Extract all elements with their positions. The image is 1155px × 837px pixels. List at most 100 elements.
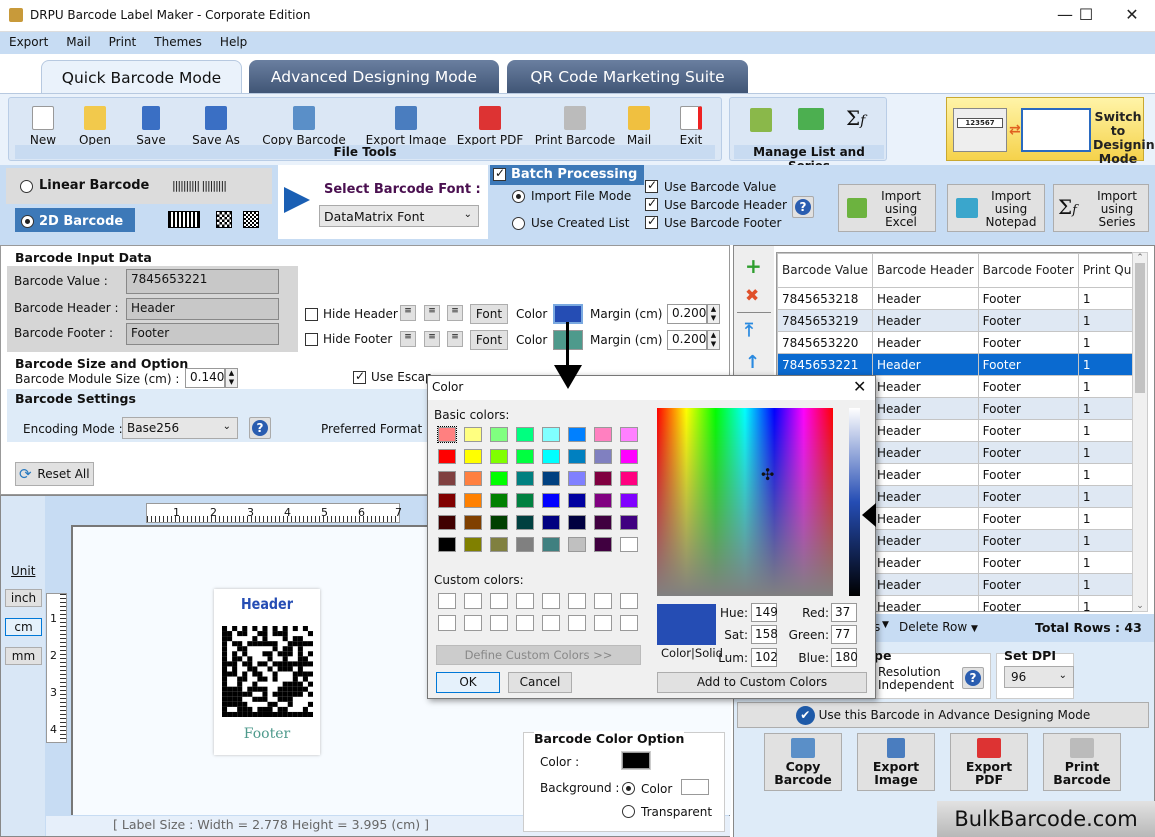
table-cell[interactable]: Footer: [977, 441, 1079, 464]
table-cell[interactable]: 1: [1077, 573, 1132, 596]
header-margin-input[interactable]: 0.200: [667, 304, 707, 324]
table-cell[interactable]: Footer: [977, 287, 1079, 310]
basic-color-swatch[interactable]: [516, 537, 534, 552]
basic-color-swatch[interactable]: [438, 471, 456, 486]
table-cell[interactable]: 1: [1077, 463, 1132, 486]
barcode-label[interactable]: Header Footer: [214, 589, 320, 755]
table-cell[interactable]: Header: [871, 595, 979, 611]
use-barcode-header-checkbox[interactable]: [645, 196, 658, 211]
hue-input[interactable]: 149: [751, 603, 778, 622]
custom-color-swatch[interactable]: [620, 615, 638, 631]
basic-color-swatch[interactable]: [490, 493, 508, 508]
basic-color-swatch[interactable]: [620, 449, 638, 464]
module-size-input[interactable]: 0.140: [185, 368, 225, 388]
add-to-custom-colors-button[interactable]: Add to Custom Colors: [657, 672, 867, 693]
table-cell[interactable]: Footer: [977, 551, 1079, 574]
tab-advanced-designing-mode[interactable]: Advanced Designing Mode: [249, 60, 499, 94]
table-cell[interactable]: Footer: [977, 507, 1079, 530]
custom-color-swatch[interactable]: [438, 615, 456, 631]
basic-color-swatch[interactable]: [568, 537, 586, 552]
footer-margin-spinner[interactable]: ▲ ▼: [707, 330, 720, 350]
basic-color-swatch[interactable]: [490, 515, 508, 530]
import-excel-button[interactable]: Import using Excel: [838, 184, 936, 232]
table-cell[interactable]: Header: [871, 463, 979, 486]
basic-color-swatch[interactable]: [594, 449, 612, 464]
basic-color-swatch[interactable]: [490, 427, 508, 442]
color-spectrum[interactable]: [657, 408, 833, 596]
menu-mail[interactable]: Mail: [57, 32, 99, 52]
align-right-icon[interactable]: ≡: [447, 305, 463, 321]
table-cell[interactable]: Header: [871, 485, 979, 508]
barcode-value-input[interactable]: 7845653221: [126, 269, 279, 294]
close-button[interactable]: ✕: [1112, 4, 1152, 28]
reset-all-button[interactable]: ⟳ Reset All: [15, 462, 94, 486]
table-cell[interactable]: Header: [871, 375, 979, 398]
table-cell[interactable]: Footer: [977, 331, 1079, 354]
basic-color-swatch[interactable]: [490, 537, 508, 552]
table-cell[interactable]: Footer: [977, 309, 1079, 332]
custom-color-swatch[interactable]: [542, 615, 560, 631]
mail-button[interactable]: Mail: [621, 106, 657, 147]
basic-color-swatch[interactable]: [568, 427, 586, 442]
basic-color-swatch[interactable]: [438, 537, 456, 552]
basic-color-swatch[interactable]: [542, 493, 560, 508]
align-right-icon[interactable]: ≡: [447, 331, 463, 347]
use-barcode-value-checkbox[interactable]: [645, 178, 658, 193]
basic-color-swatch[interactable]: [568, 449, 586, 464]
table-cell[interactable]: 1: [1077, 529, 1132, 552]
col-barcode-header[interactable]: Barcode Header: [871, 253, 979, 288]
print-barcode-button[interactable]: Print Barcode: [533, 106, 617, 147]
basic-color-swatch[interactable]: [464, 537, 482, 552]
custom-color-swatch[interactable]: [568, 615, 586, 631]
basic-color-swatch[interactable]: [620, 471, 638, 486]
basic-color-swatch[interactable]: [437, 426, 457, 443]
table-cell[interactable]: 1: [1077, 551, 1132, 574]
table-cell[interactable]: Header: [871, 287, 979, 310]
basic-color-swatch[interactable]: [490, 449, 508, 464]
luminance-pointer-icon[interactable]: [862, 503, 876, 527]
tab-quick-barcode-mode[interactable]: Quick Barcode Mode: [41, 60, 242, 94]
col-barcode-value[interactable]: Barcode Value: [777, 253, 873, 288]
basic-color-swatch[interactable]: [568, 493, 586, 508]
table-row[interactable]: 7845653220 Header Footer 1: [777, 331, 1132, 354]
export-image-bottom-button[interactable]: Export Image: [857, 733, 935, 791]
table-cell[interactable]: 7845653221: [777, 353, 873, 376]
background-color-swatch[interactable]: [681, 779, 709, 795]
table-cell[interactable]: Footer: [977, 595, 1079, 611]
custom-color-swatch[interactable]: [464, 615, 482, 631]
hide-footer-checkbox[interactable]: [305, 333, 318, 346]
table-cell[interactable]: Header: [871, 507, 979, 530]
table-cell[interactable]: Header: [871, 441, 979, 464]
custom-color-swatch[interactable]: [516, 615, 534, 631]
custom-color-swatch[interactable]: [568, 593, 586, 609]
linear-barcode-option[interactable]: Linear Barcode |||||||||| |||||||||: [6, 168, 272, 204]
copy-barcode-bottom-button[interactable]: Copy Barcode: [764, 733, 842, 791]
cancel-button[interactable]: Cancel: [508, 672, 572, 693]
header-margin-spinner[interactable]: ▲ ▼: [707, 304, 720, 324]
batch-processing-toggle[interactable]: Batch Processing: [490, 165, 644, 185]
basic-color-swatch[interactable]: [516, 493, 534, 508]
table-cell[interactable]: 7845653218: [777, 287, 873, 310]
red-input[interactable]: 37: [831, 603, 857, 622]
table-cell[interactable]: 1: [1077, 595, 1132, 611]
use-escape-checkbox[interactable]: [353, 369, 366, 384]
align-center-icon[interactable]: ≡: [424, 331, 440, 347]
save-as-button[interactable]: Save As: [187, 106, 245, 147]
basic-color-swatch[interactable]: [620, 493, 638, 508]
move-to-top-icon[interactable]: ⤒: [745, 320, 753, 341]
hide-header-checkbox[interactable]: [305, 308, 318, 321]
use-barcode-footer-checkbox[interactable]: [645, 214, 658, 229]
basic-color-swatch[interactable]: [542, 537, 560, 552]
print-barcode-bottom-button[interactable]: Print Barcode: [1043, 733, 1121, 791]
menu-themes[interactable]: Themes: [145, 32, 211, 52]
dpi-dropdown[interactable]: 96 ⌄: [1004, 666, 1074, 688]
export-image-button[interactable]: Export Image: [365, 106, 447, 147]
table-cell[interactable]: Footer: [977, 375, 1079, 398]
custom-color-swatch[interactable]: [490, 615, 508, 631]
col-print-quantity[interactable]: Print Quantity: [1077, 253, 1132, 288]
basic-color-swatch[interactable]: [568, 515, 586, 530]
basic-color-swatch[interactable]: [464, 449, 482, 464]
batch-help-button[interactable]: [792, 196, 814, 218]
table-cell[interactable]: Header: [871, 529, 979, 552]
menu-export[interactable]: Export: [0, 32, 57, 52]
